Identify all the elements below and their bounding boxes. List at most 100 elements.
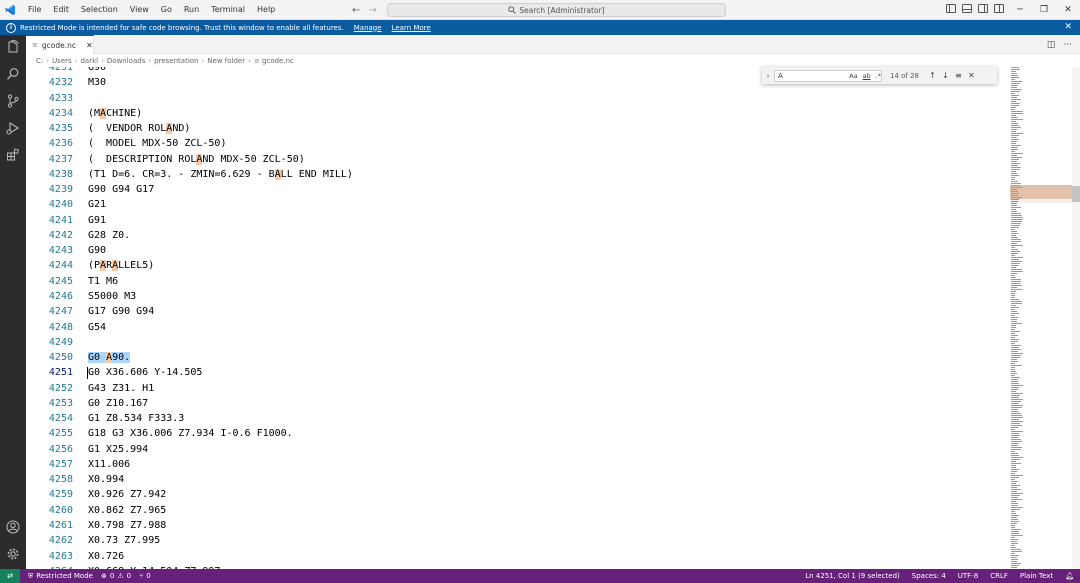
- banner-manage-link[interactable]: Manage: [354, 24, 382, 32]
- banner-close-icon[interactable]: ✕: [1064, 20, 1072, 35]
- crumb-drive[interactable]: C:: [36, 57, 43, 65]
- explorer-icon[interactable]: [6, 40, 20, 54]
- menu-terminal[interactable]: Terminal: [205, 0, 251, 20]
- line-number[interactable]: 4257: [26, 457, 73, 472]
- notifications-bell-icon[interactable]: 🔔︎: [1065, 572, 1074, 580]
- line-number[interactable]: 4231: [26, 67, 73, 75]
- next-match-icon[interactable]: ↓: [939, 71, 952, 80]
- menu-go[interactable]: Go: [155, 0, 178, 20]
- find-input[interactable]: A Aa ab .*: [774, 69, 882, 82]
- end-of-line[interactable]: CRLF: [990, 572, 1008, 580]
- back-arrow-icon[interactable]: ←: [352, 5, 360, 16]
- line-number[interactable]: 4258: [26, 472, 73, 487]
- line-number[interactable]: 4244: [26, 258, 73, 273]
- tab-gcode[interactable]: ≡ gcode.nc ✕: [26, 35, 94, 54]
- line-text: G90: [88, 243, 106, 258]
- line-number[interactable]: 4232: [26, 75, 73, 90]
- extensions-icon[interactable]: [6, 148, 20, 162]
- menu-edit[interactable]: Edit: [47, 0, 75, 20]
- line-number[interactable]: 4241: [26, 213, 73, 228]
- banner-learn-more-link[interactable]: Learn More: [392, 24, 431, 32]
- line-number[interactable]: 4245: [26, 274, 73, 289]
- indentation[interactable]: Spaces: 4: [912, 572, 946, 580]
- close-window-icon[interactable]: ✕: [1056, 0, 1080, 20]
- crumb-file[interactable]: gcode.nc: [262, 57, 294, 65]
- restricted-mode-status[interactable]: ⛨ Restricted Mode: [28, 572, 93, 581]
- line-number[interactable]: 4261: [26, 518, 73, 533]
- crumb-downloads[interactable]: Downloads: [107, 57, 145, 65]
- line-number[interactable]: 4233: [26, 91, 73, 106]
- match-case-toggle[interactable]: Aa: [849, 72, 857, 80]
- line-number[interactable]: 4237: [26, 152, 73, 167]
- match-word-toggle[interactable]: ab: [863, 72, 871, 80]
- menu-view[interactable]: View: [124, 0, 155, 20]
- encoding[interactable]: UTF-8: [958, 572, 978, 580]
- line-number[interactable]: 4253: [26, 396, 73, 411]
- search-view-icon[interactable]: [6, 67, 20, 81]
- line-number[interactable]: 4240: [26, 197, 73, 212]
- line-text: G90 G94 G17: [88, 182, 154, 197]
- line-number[interactable]: 4242: [26, 228, 73, 243]
- line-number[interactable]: 4238: [26, 167, 73, 182]
- line-number[interactable]: 4250: [26, 350, 73, 365]
- menu-run[interactable]: Run: [178, 0, 205, 20]
- vertical-scrollbar-track[interactable]: [1072, 67, 1080, 569]
- code-editor[interactable]: 4231 G90 4232 M30 4233 4234 (MACHINE) 4235( VEN…: [26, 67, 1010, 569]
- minimap[interactable]: [1010, 67, 1072, 569]
- menu-file[interactable]: File: [22, 0, 47, 20]
- line-number[interactable]: 4248: [26, 320, 73, 335]
- split-editor-icon[interactable]: ◫: [1047, 40, 1056, 50]
- ports-status[interactable]: ⑂ 0: [139, 572, 151, 580]
- line-number[interactable]: 4251: [26, 365, 73, 380]
- line-number[interactable]: 4249: [26, 335, 73, 350]
- toggle-primary-sidebar-icon[interactable]: [946, 4, 956, 13]
- crumb-new-folder[interactable]: New folder: [207, 57, 245, 65]
- minimap-viewport[interactable]: [1010, 185, 1072, 203]
- cursor-position[interactable]: Ln 4251, Col 1 (9 selected): [805, 572, 900, 580]
- find-in-selection-icon[interactable]: ≡: [952, 71, 965, 80]
- toggle-panel-icon[interactable]: [962, 4, 972, 13]
- line-number[interactable]: 4262: [26, 533, 73, 548]
- line-number[interactable]: 4263: [26, 549, 73, 564]
- previous-match-icon[interactable]: ↑: [926, 71, 939, 80]
- line-number[interactable]: 4259: [26, 487, 73, 502]
- line-number[interactable]: 4260: [26, 503, 73, 518]
- minimize-icon[interactable]: ─: [1008, 0, 1032, 20]
- more-actions-icon[interactable]: ···: [1063, 40, 1072, 50]
- remote-indicator-icon[interactable]: ⇄: [0, 569, 20, 583]
- line-number[interactable]: 4243: [26, 243, 73, 258]
- crumb-user[interactable]: darkl: [80, 57, 98, 65]
- line-number[interactable]: 4239: [26, 182, 73, 197]
- menu-selection[interactable]: Selection: [75, 0, 124, 20]
- toggle-secondary-sidebar-icon[interactable]: [978, 4, 988, 13]
- line-number[interactable]: 4254: [26, 411, 73, 426]
- vertical-scrollbar-thumb[interactable]: [1072, 186, 1080, 202]
- regex-toggle[interactable]: .*: [876, 72, 881, 80]
- problems-status[interactable]: ⊗ 0 ⚠ 0: [101, 572, 131, 580]
- command-center-search[interactable]: Search [Administrator]: [387, 3, 726, 17]
- line-number[interactable]: 4234: [26, 106, 73, 121]
- line-number[interactable]: 4256: [26, 442, 73, 457]
- tab-close-icon[interactable]: ✕: [86, 41, 93, 50]
- accounts-icon[interactable]: [6, 520, 20, 534]
- forward-arrow-icon[interactable]: →: [368, 5, 376, 16]
- minimap-line: [1011, 469, 1019, 470]
- line-number[interactable]: 4247: [26, 304, 73, 319]
- source-control-icon[interactable]: [6, 94, 20, 108]
- toggle-replace-icon[interactable]: ›: [762, 72, 774, 80]
- crumb-presentation[interactable]: presentation: [154, 57, 198, 65]
- crumb-users[interactable]: Users: [52, 57, 72, 65]
- line-number[interactable]: 4255: [26, 426, 73, 441]
- menu-help[interactable]: Help: [251, 0, 281, 20]
- line-number[interactable]: 4235: [26, 121, 73, 136]
- language-mode[interactable]: Plain Text: [1020, 572, 1053, 580]
- run-debug-icon[interactable]: [6, 121, 20, 135]
- chevron-right-icon: ›: [74, 56, 78, 65]
- line-number[interactable]: 4252: [26, 381, 73, 396]
- restore-icon[interactable]: ❐: [1032, 0, 1056, 20]
- customize-layout-icon[interactable]: [994, 4, 1004, 13]
- close-find-icon[interactable]: ✕: [965, 71, 978, 80]
- manage-gear-icon[interactable]: [6, 547, 20, 561]
- line-number[interactable]: 4236: [26, 136, 73, 151]
- line-number[interactable]: 4246: [26, 289, 73, 304]
